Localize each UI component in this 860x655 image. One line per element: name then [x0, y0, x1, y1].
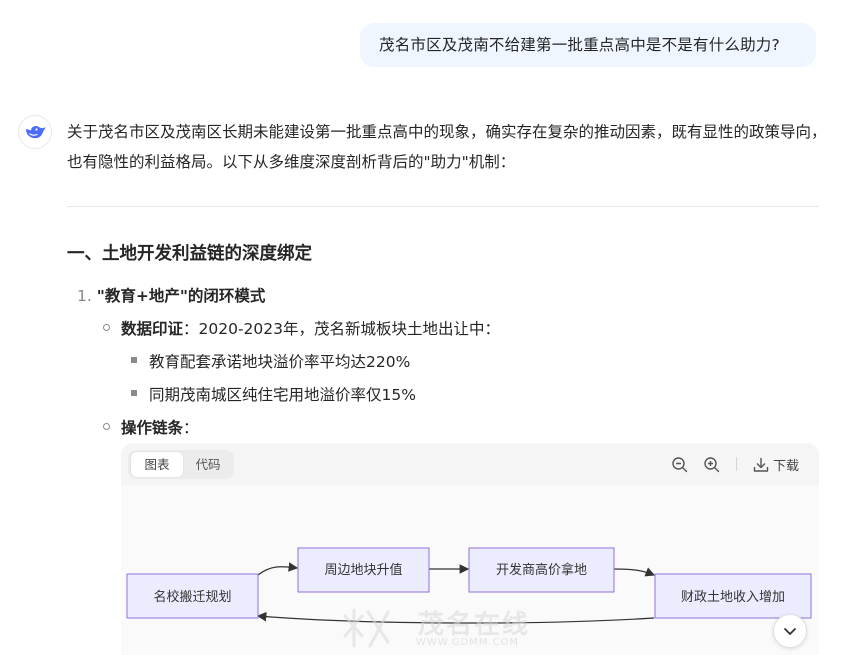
flow-node: 名校搬迁规划 [126, 573, 259, 619]
sub-bullet-item: 同期茂南城区纯住宅用地溢价率仅15% [149, 386, 416, 404]
scroll-to-bottom-button[interactable] [773, 614, 807, 648]
bullet-label: 数据印证 [121, 320, 184, 338]
flow-edge [257, 562, 299, 576]
user-message-bubble: 茂名市区及茂南不给建第一批重点高中是不是有什么助力? [360, 23, 816, 67]
flowchart-diagram: 名校搬迁规划 周边地块升值 开发商高价拿地 财政土地收入增加 [126, 547, 812, 624]
ordered-list-item: 1. "教育+地产"的闭环模式 [77, 284, 265, 306]
tab-chart[interactable]: 图表 [131, 452, 183, 477]
sub-bullet-item: 教育配套承诺地块溢价率平均达220% [149, 353, 411, 371]
flow-edge [256, 611, 655, 624]
diagram-card: 图表 代码 下载 名校搬迁规划 周边地块升值 开发商高价拿地 财政土地收入增加 [121, 443, 819, 655]
zoom-out-icon[interactable] [671, 456, 689, 474]
list-number: 1. [77, 287, 92, 305]
ai-avatar [18, 115, 52, 149]
list-item-title: "教育+地产"的闭环模式 [96, 287, 266, 305]
section-divider [67, 206, 819, 207]
flow-node-label: 名校搬迁规划 [153, 589, 231, 605]
bullet-operation-chain: 操作链条： [121, 416, 199, 438]
circle-bullet-icon [103, 324, 110, 331]
flow-node: 开发商高价拿地 [468, 547, 615, 593]
section-heading: 一、土地开发利益链的深度绑定 [67, 244, 312, 264]
flow-edge [613, 567, 656, 577]
flow-node-label: 周边地块升值 [324, 562, 402, 578]
flow-node: 财政土地收入增加 [654, 573, 812, 619]
bullet-text: ： [183, 419, 199, 437]
chevron-down-icon [784, 628, 796, 635]
flow-node: 周边地块升值 [297, 547, 430, 593]
assistant-intro-paragraph: 关于茂名市区及茂南区长期未能建设第一批重点高中的现象，确实存在复杂的推动因素，既… [67, 123, 827, 171]
download-icon[interactable] [752, 456, 770, 474]
bullet-label: 操作链条 [121, 419, 184, 437]
flow-node-label: 财政土地收入增加 [681, 590, 785, 605]
square-bullet-icon [131, 357, 137, 363]
zoom-in-icon[interactable] [703, 456, 721, 474]
flow-node-label: 开发商高价拿地 [496, 562, 587, 578]
diagram-card-header: 图表 代码 下载 [121, 443, 819, 485]
whale-logo-icon [26, 126, 46, 139]
toolbar-separator [736, 457, 737, 471]
circle-bullet-icon [103, 423, 110, 430]
square-bullet-icon [131, 390, 137, 396]
bullet-text: ：2020-2023年，茂名新城板块土地出让中： [183, 320, 501, 338]
bullet-data-evidence: 数据印证：2020-2023年，茂名新城板块土地出让中： [121, 317, 500, 339]
download-button[interactable]: 下载 [773, 455, 799, 474]
tab-code[interactable]: 代码 [184, 452, 232, 477]
view-tabs: 图表 代码 [128, 450, 234, 479]
